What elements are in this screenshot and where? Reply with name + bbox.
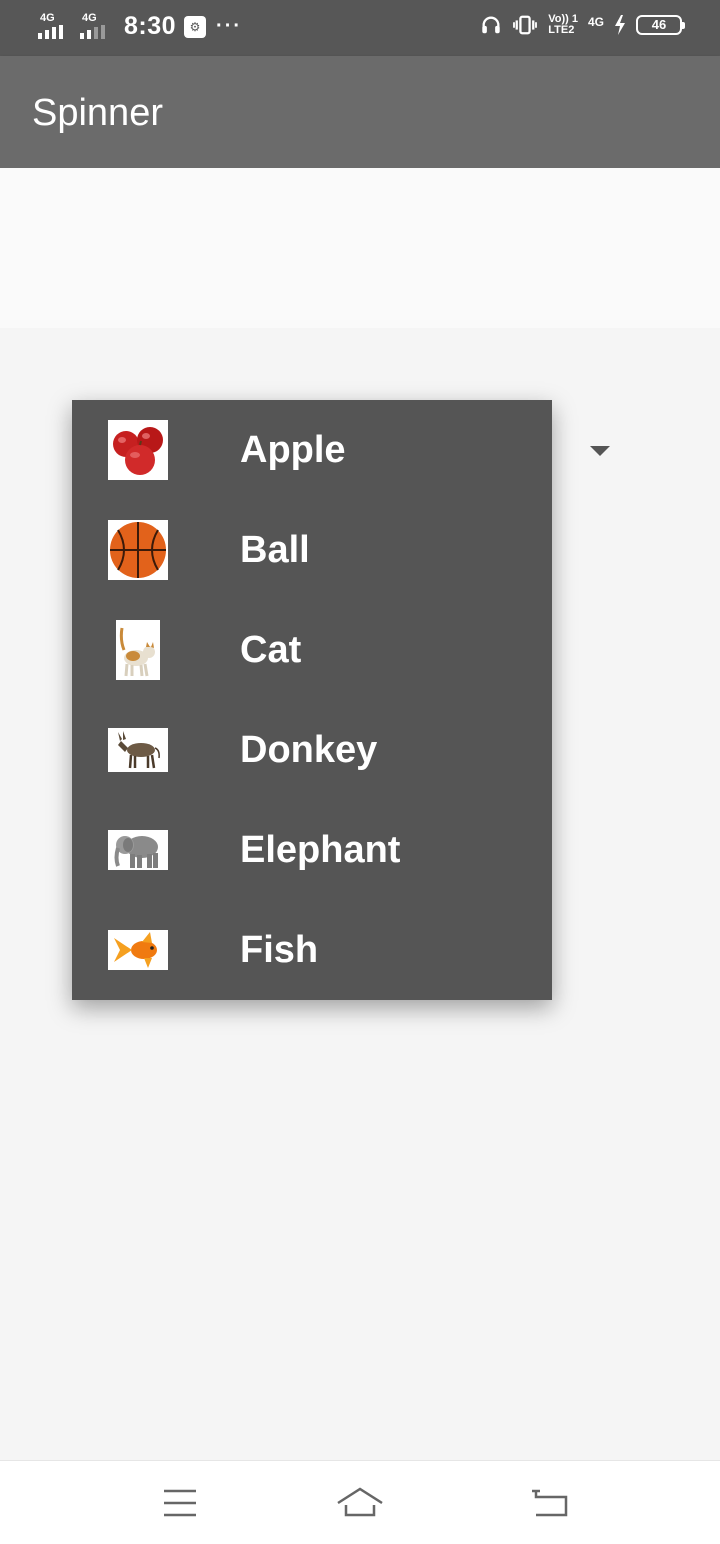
app-bar: Spinner	[0, 56, 720, 168]
dropdown-item-label: Cat	[240, 629, 302, 671]
dropdown-item-elephant[interactable]: Elephant	[72, 800, 552, 900]
menu-icon	[164, 1489, 196, 1517]
sim2-signal-icon: 4G	[80, 11, 114, 41]
spinner-dropdown-arrow-icon[interactable]	[590, 446, 610, 456]
page-title: Spinner	[32, 92, 163, 134]
home-button[interactable]	[336, 1481, 384, 1525]
status-bar: 4G 4G 8:30 ⚙ ··· Vo)) 1 LTE2 4G 46	[0, 0, 720, 56]
home-icon	[337, 1487, 383, 1517]
dropdown-item-cat[interactable]: Cat	[72, 600, 552, 700]
battery-icon: 46	[636, 15, 685, 35]
back-button[interactable]	[526, 1481, 574, 1525]
dropdown-item-donkey[interactable]: Donkey	[72, 700, 552, 800]
dropdown-item-label: Fish	[240, 929, 319, 971]
battery-level: 46	[651, 17, 667, 32]
header-spacer	[0, 168, 720, 328]
apple-icon	[108, 420, 168, 480]
status-time: 8:30	[124, 12, 177, 40]
elephant-icon	[108, 830, 168, 870]
dropdown-item-ball[interactable]: Ball	[72, 500, 552, 600]
dropdown-item-label: Apple	[240, 429, 346, 471]
sim1-network-label: 4G	[40, 11, 55, 24]
navigation-bar	[0, 1460, 720, 1544]
dropdown-item-fish[interactable]: Fish	[72, 900, 552, 1000]
basketball-icon	[108, 520, 168, 580]
volte-line2: LTE2	[548, 24, 575, 36]
donkey-icon	[108, 728, 168, 772]
vibrate-icon	[513, 15, 538, 35]
menu-button[interactable]	[156, 1481, 204, 1525]
cat-icon	[116, 620, 160, 680]
sim2-network-label: 4G	[82, 11, 97, 24]
data-network-label: 4G	[587, 15, 604, 29]
volte-indicator: Vo)) 1 LTE2	[548, 14, 578, 36]
dropdown-item-label: Ball	[240, 529, 310, 571]
headphone-icon	[482, 16, 500, 34]
dropdown-item-label: Donkey	[240, 729, 378, 771]
dropdown-item-apple[interactable]: Apple	[72, 400, 552, 500]
more-notifications-icon: ···	[216, 15, 243, 37]
sim1-signal-icon: 4G	[38, 11, 72, 41]
spinner-dropdown-list: Apple Ball Cat Donkey Elephant Fish	[72, 400, 552, 1000]
charging-icon	[615, 15, 625, 35]
goldfish-icon	[108, 930, 168, 970]
dropdown-item-label: Elephant	[240, 829, 401, 871]
usb-debug-icon: ⚙	[184, 15, 207, 38]
back-icon	[532, 1489, 568, 1517]
